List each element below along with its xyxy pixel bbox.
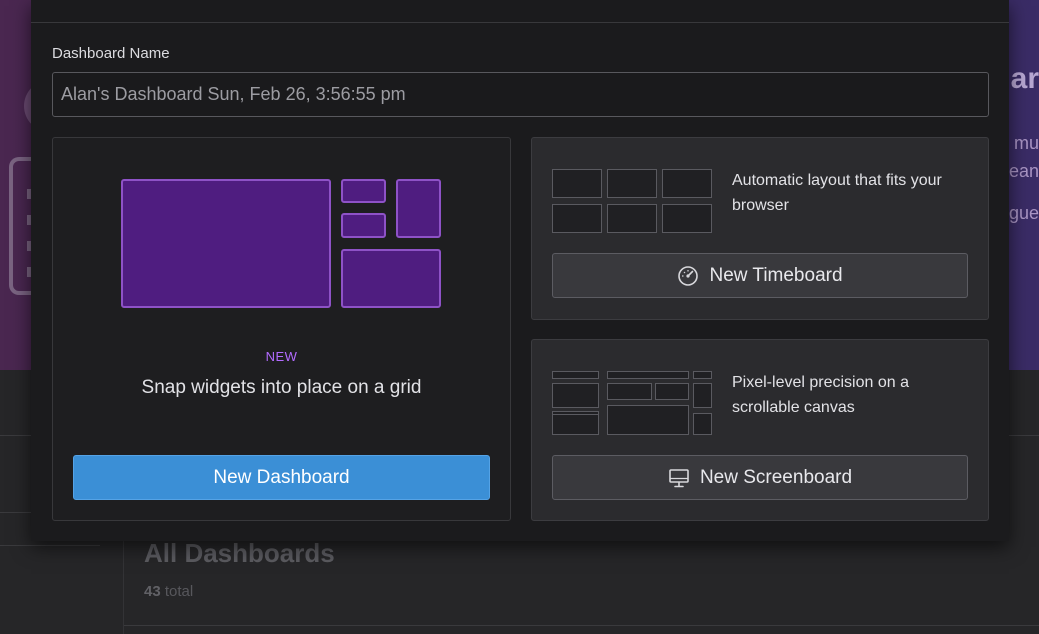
timeboard-option-card[interactable]: Automatic layout that fits your browser … — [531, 137, 989, 320]
timeboard-option-description: Automatic layout that fits your browser — [732, 172, 942, 214]
new-timeboard-button[interactable]: New Timeboard — [552, 253, 968, 298]
background-divider — [124, 625, 1039, 626]
new-screenboard-label: New Screenboard — [699, 466, 853, 488]
speedometer-icon — [677, 265, 699, 287]
new-badge: NEW — [265, 349, 298, 364]
background-hero-text: ean — [1008, 161, 1039, 181]
grid-block — [341, 213, 386, 238]
background-divider — [0, 545, 100, 546]
new-screenboard-button[interactable]: New Screenboard — [552, 455, 968, 500]
grid-block — [341, 249, 441, 308]
screenboard-option-description: Pixel-level precision on a scrollable ca… — [732, 374, 909, 416]
background-hero-heading: ar — [1010, 62, 1039, 95]
dashboard-name-input[interactable] — [52, 72, 989, 117]
dashboard-option-card[interactable]: NEW Snap widgets into place on a grid Ne… — [52, 137, 511, 521]
background-hero-text: mu — [1013, 133, 1039, 153]
dashboard-count: 43 total — [144, 583, 194, 600]
new-timeboard-label: New Timeboard — [709, 264, 843, 286]
dashboard-option-description: Snap widgets into place on a grid — [141, 377, 422, 398]
new-dashboard-modal: Dashboard Name NEW Snap widgets into pla… — [31, 0, 1009, 541]
all-dashboards-title: All Dashboards — [144, 538, 335, 568]
monitor-icon — [668, 467, 690, 489]
modal-header-divider — [31, 22, 1009, 23]
grid-block — [121, 179, 331, 308]
new-dashboard-button[interactable]: New Dashboard — [73, 455, 490, 500]
dashboard-name-label: Dashboard Name — [52, 45, 170, 62]
grid-block — [396, 179, 441, 238]
grid-block — [341, 179, 386, 203]
background-hero-text: gue — [1008, 203, 1039, 223]
screenboard-option-card[interactable]: Pixel-level precision on a scrollable ca… — [531, 339, 989, 521]
